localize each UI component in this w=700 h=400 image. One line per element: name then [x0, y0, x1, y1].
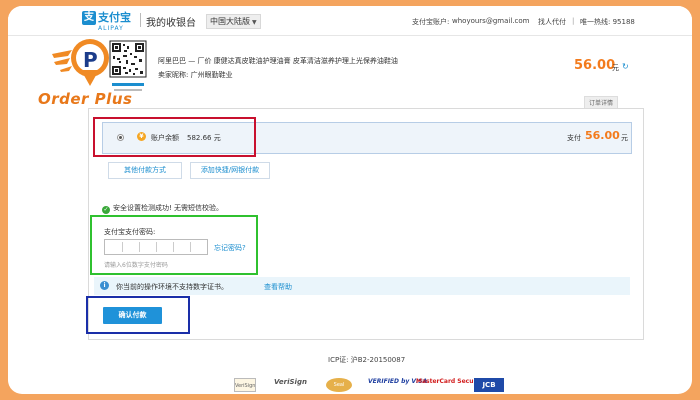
order-amount-unit: 元 — [612, 64, 619, 72]
notice-text: 你当前的操作环境不支持数字证书。 — [116, 283, 228, 291]
alipay-logo[interactable]: 支 支付宝 ALIPAY — [82, 11, 144, 33]
other-payment-methods-button[interactable]: 其他付款方式 — [108, 162, 182, 179]
highlight-box-red — [93, 117, 256, 157]
region-label: 中国大陆版 — [210, 17, 250, 26]
alipay-icon: 支 — [82, 11, 96, 25]
pay-unit: 元 — [621, 134, 628, 142]
account-label: 支付宝账户: — [412, 18, 450, 26]
refresh-icon[interactable]: ↻ — [622, 62, 629, 71]
jcb-logo: JCB — [474, 378, 504, 392]
notice-help-link[interactable]: 查看帮助 — [264, 282, 292, 292]
icp-license: ICP证: 沪B2-20150087 — [328, 356, 406, 364]
highlight-box-blue — [86, 296, 190, 334]
seller-name: 卖家昵称: 广州眼勤鞋业 — [158, 71, 233, 79]
add-bank-payment-button[interactable]: 添加快捷/网银付款 — [190, 162, 270, 179]
top-header: 支 支付宝 ALIPAY 我的收银台 中国大陆版 ▼ 支付宝账户: whoyour… — [8, 6, 692, 36]
order-amount: 56.00 — [574, 58, 616, 73]
svg-text:P: P — [83, 48, 98, 72]
check-circle-icon: ✓ — [102, 206, 110, 214]
verisign-seal-logo: VeriSign — [234, 378, 256, 392]
highlight-box-green — [90, 215, 258, 275]
info-icon: i — [100, 281, 109, 290]
hotline-text: 唯一热线: 95188 — [580, 18, 635, 26]
order-description: 阿里巴巴 — 厂价 康健达真皮鞋油护理油膏 皮革清洁滋养护理上光保养油鞋油 — [158, 57, 398, 65]
gold-seal-logo: Seal — [326, 378, 352, 392]
pay-label: 支付 — [567, 134, 581, 142]
alipay-logo-en: ALIPAY — [98, 25, 124, 32]
certificate-notice: i 你当前的操作环境不支持数字证书。 查看帮助 — [94, 277, 630, 295]
screenshot-frame: 支 支付宝 ALIPAY 我的收银台 中国大陆版 ▼ 支付宝账户: whoyour… — [8, 6, 692, 394]
alipay-logo-cn: 支付宝 — [98, 11, 131, 24]
security-check-status: ✓ 安全设置检测成功! 无需短信校验。 — [102, 203, 223, 214]
agent-pay-link[interactable]: 找人代付 — [538, 17, 566, 27]
account-email: whoyours@gmail.com — [452, 17, 530, 25]
security-check-text: 安全设置检测成功! 无需短信校验。 — [113, 204, 224, 212]
verisign-logo: VeriSign — [274, 378, 307, 386]
order-plus-logo-icon: P — [52, 39, 109, 86]
chevron-down-icon: ▼ — [252, 19, 257, 26]
region-select[interactable]: 中国大陆版 ▼ — [206, 14, 261, 29]
header-divider — [140, 13, 141, 27]
page-title: 我的收银台 — [146, 18, 196, 29]
header-separator: | — [572, 17, 575, 25]
order-plus-logo-text: Order Plus — [38, 90, 133, 108]
pay-amount: 56.00 — [585, 129, 620, 142]
